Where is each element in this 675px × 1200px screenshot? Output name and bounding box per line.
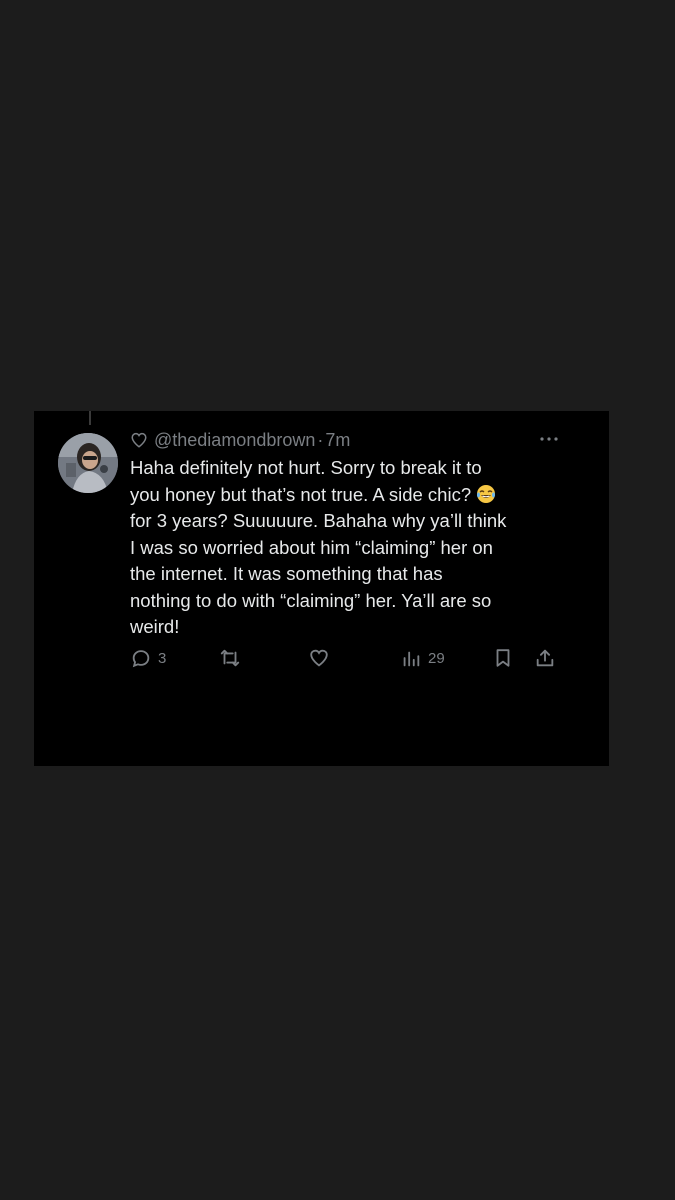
tweet-header: @thediamondbrown · 7m (130, 429, 350, 451)
bookmark-button[interactable] (492, 647, 514, 669)
like-icon (308, 647, 330, 669)
like-button[interactable] (308, 647, 330, 669)
tweet-text-part1: Haha definitely not hurt. Sorry to break… (130, 457, 482, 505)
tweet-timestamp[interactable]: 7m (325, 429, 350, 451)
more-dots-icon[interactable] (537, 429, 561, 449)
thread-connector-line (89, 411, 91, 425)
heart-outline-icon[interactable] (130, 431, 148, 449)
tweet-card: @thediamondbrown · 7m Haha definitely not … (34, 411, 609, 766)
views-icon (400, 647, 422, 669)
tweet-text-part2: for 3 years? Suuuuure. Bahaha why ya’ll … (130, 510, 507, 637)
views-count: 29 (428, 649, 445, 667)
reply-button[interactable]: 3 (130, 647, 166, 669)
reply-count: 3 (158, 649, 167, 667)
views-button[interactable]: 29 (400, 647, 445, 669)
avatar[interactable] (58, 433, 118, 493)
tweet-body: Haha definitely not hurt. Sorry to break… (130, 455, 560, 641)
retweet-icon (218, 647, 242, 669)
share-button[interactable] (534, 647, 556, 669)
author-handle[interactable]: @thediamondbrown (154, 429, 315, 451)
laughing-crying-emoji-icon (476, 484, 496, 504)
bookmark-icon (492, 647, 514, 669)
tweet-actions-bar: 3 29 (130, 647, 570, 673)
story-background: @thediamondbrown · 7m Haha definitely not … (0, 0, 675, 1200)
header-separator: · (317, 430, 324, 450)
reply-icon (130, 647, 152, 669)
retweet-button[interactable] (218, 647, 242, 669)
share-icon (534, 647, 556, 669)
